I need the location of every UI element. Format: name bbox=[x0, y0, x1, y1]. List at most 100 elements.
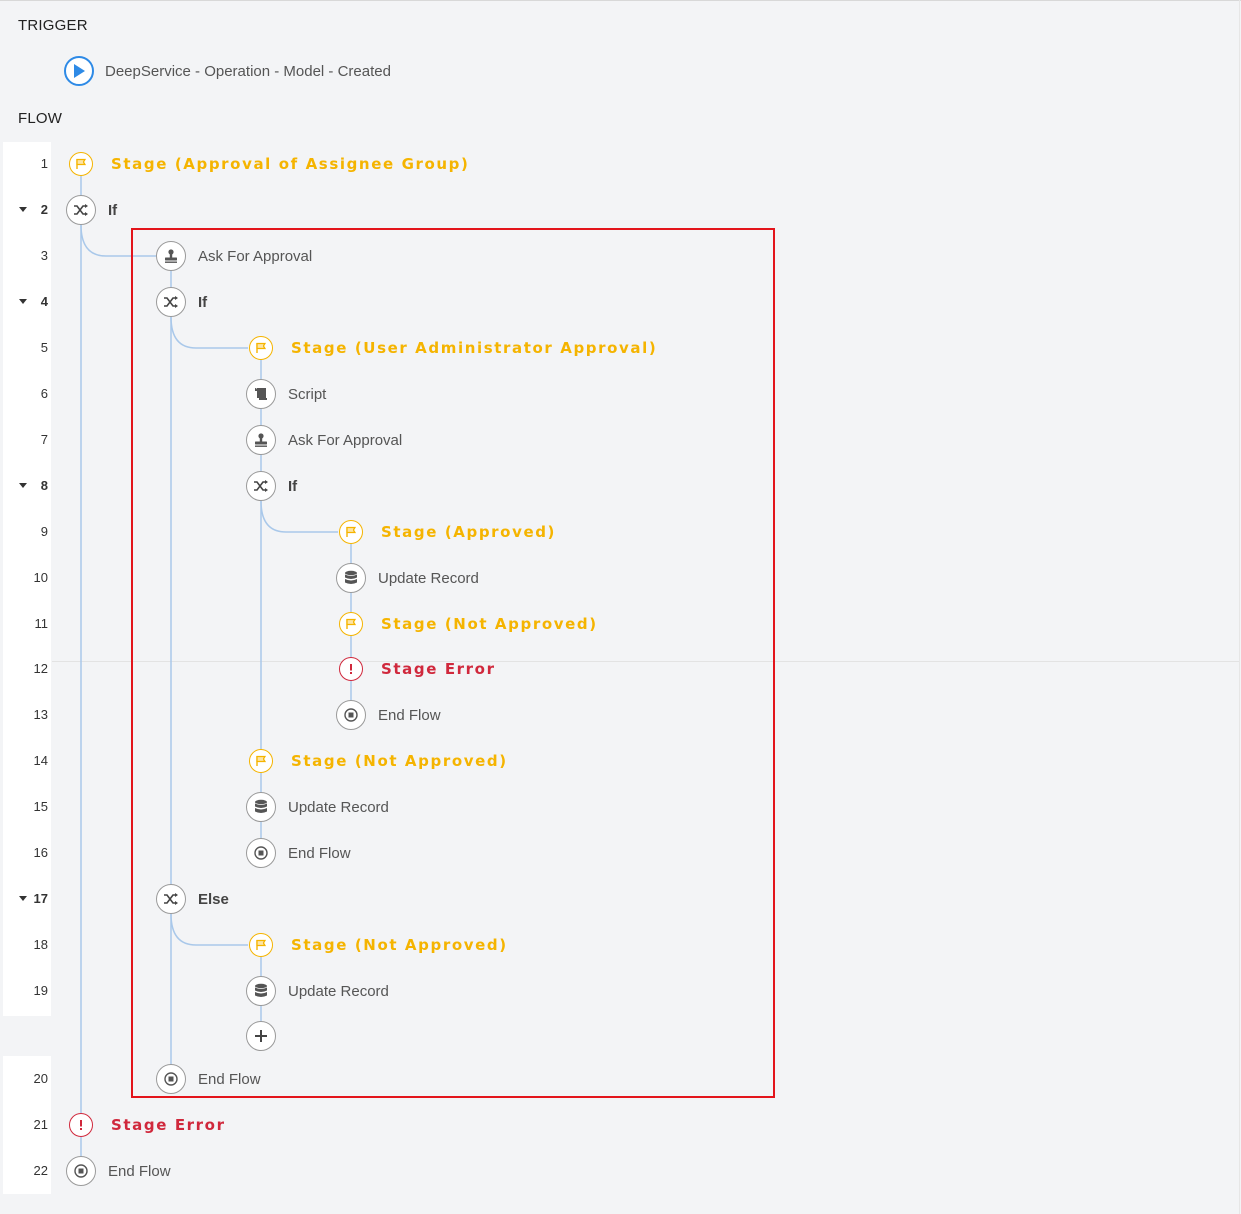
line-number: 9 bbox=[3, 521, 51, 543]
branch-connector bbox=[260, 500, 338, 533]
shuffle-icon bbox=[156, 884, 186, 914]
line-number-text: 3 bbox=[40, 248, 48, 263]
shuffle-icon bbox=[246, 471, 276, 501]
flow-step[interactable]: If bbox=[156, 286, 207, 318]
flow-step[interactable]: Stage Error bbox=[66, 1109, 226, 1141]
flow-step[interactable]: Update Record bbox=[336, 562, 479, 594]
flow-step[interactable]: Ask For Approval bbox=[246, 424, 402, 456]
flow-step[interactable]: If bbox=[246, 470, 297, 502]
step-label: If bbox=[198, 293, 208, 311]
step-label: Stage (User Administrator Approval) bbox=[291, 339, 658, 357]
step-label: Ask For Approval bbox=[288, 431, 403, 449]
flow-step[interactable]: End Flow bbox=[66, 1155, 171, 1187]
step-label: Stage Error bbox=[111, 1116, 226, 1134]
step-label: If bbox=[288, 477, 298, 495]
flow-step[interactable]: End Flow bbox=[156, 1063, 261, 1095]
line-number-text: 14 bbox=[33, 753, 48, 768]
line-number: 12 bbox=[3, 658, 51, 680]
add-step-button[interactable] bbox=[246, 1020, 276, 1052]
line-number-text: 7 bbox=[40, 432, 48, 447]
step-label: Stage (Not Approved) bbox=[381, 615, 598, 633]
line-number: 14 bbox=[3, 750, 51, 772]
step-label: End Flow bbox=[378, 706, 441, 724]
line-number: 1 bbox=[3, 153, 51, 175]
database-icon bbox=[246, 976, 276, 1006]
flow-step[interactable]: End Flow bbox=[246, 837, 351, 869]
step-label: Else bbox=[198, 890, 229, 908]
line-number: 11 bbox=[3, 613, 51, 635]
stage-flag-icon bbox=[249, 336, 273, 360]
step-label: Update Record bbox=[288, 982, 389, 1000]
add-icon[interactable] bbox=[246, 1021, 276, 1051]
line-number: 16 bbox=[3, 842, 51, 864]
line-number-text: 22 bbox=[33, 1163, 48, 1178]
flow-step[interactable]: If bbox=[66, 194, 117, 226]
step-label: End Flow bbox=[198, 1070, 261, 1088]
step-label: Ask For Approval bbox=[198, 247, 313, 265]
line-number[interactable]: 8 bbox=[3, 475, 51, 497]
stop-icon bbox=[156, 1064, 186, 1094]
line-number-text: 10 bbox=[33, 570, 48, 585]
collapse-caret-icon[interactable] bbox=[19, 483, 27, 488]
step-label: Script bbox=[288, 385, 327, 403]
line-number: 21 bbox=[3, 1114, 51, 1136]
step-label: Stage (Approval of Assignee Group) bbox=[111, 155, 470, 173]
flow-step[interactable]: Stage (Approval of Assignee Group) bbox=[66, 148, 469, 180]
stage-flag-icon bbox=[249, 749, 273, 773]
line-number: 7 bbox=[3, 429, 51, 451]
step-label: Update Record bbox=[288, 798, 389, 816]
database-icon bbox=[336, 563, 366, 593]
branch-connector bbox=[170, 913, 248, 946]
flow-step[interactable]: Ask For Approval bbox=[156, 240, 312, 272]
flow-step[interactable]: Stage (Approved) bbox=[336, 516, 556, 548]
step-label: Stage (Not Approved) bbox=[291, 936, 508, 954]
flow-step[interactable]: Update Record bbox=[246, 791, 389, 823]
line-number-text: 16 bbox=[33, 845, 48, 860]
step-label: End Flow bbox=[288, 844, 351, 862]
branch-connector bbox=[80, 224, 156, 257]
line-number-text: 8 bbox=[40, 478, 48, 493]
line-number-text: 13 bbox=[33, 707, 48, 722]
flow-step[interactable]: Stage (Not Approved) bbox=[246, 929, 508, 961]
flow-step[interactable]: Stage Error bbox=[336, 653, 496, 685]
line-number-text: 20 bbox=[33, 1071, 48, 1086]
line-number: 5 bbox=[3, 337, 51, 359]
line-number-text: 19 bbox=[33, 983, 48, 998]
line-number: 6 bbox=[3, 383, 51, 405]
shuffle-icon bbox=[66, 195, 96, 225]
database-icon bbox=[246, 792, 276, 822]
stage-flag-icon bbox=[339, 612, 363, 636]
line-number-text: 18 bbox=[33, 937, 48, 952]
line-number: 19 bbox=[3, 980, 51, 1002]
line-number[interactable]: 2 bbox=[3, 199, 51, 221]
line-number-text: 9 bbox=[40, 524, 48, 539]
line-number-text: 11 bbox=[34, 616, 49, 631]
step-label: Update Record bbox=[378, 569, 479, 587]
stage-flag-icon bbox=[249, 933, 273, 957]
line-number[interactable]: 4 bbox=[3, 291, 51, 313]
line-number-text: 6 bbox=[40, 386, 48, 401]
line-number[interactable]: 17 bbox=[3, 888, 51, 910]
collapse-caret-icon[interactable] bbox=[19, 299, 27, 304]
flow-step[interactable]: End Flow bbox=[336, 699, 441, 731]
collapse-caret-icon[interactable] bbox=[19, 896, 27, 901]
stage-flag-icon bbox=[69, 152, 93, 176]
step-label: End Flow bbox=[108, 1162, 171, 1180]
collapse-caret-icon[interactable] bbox=[19, 207, 27, 212]
flow-step[interactable]: Stage (Not Approved) bbox=[246, 745, 508, 777]
flow-step[interactable]: Stage (Not Approved) bbox=[336, 608, 598, 640]
flow-step[interactable]: Update Record bbox=[246, 975, 389, 1007]
line-number-text: 1 bbox=[40, 156, 48, 171]
line-number: 22 bbox=[3, 1160, 51, 1182]
flow-step[interactable]: Script bbox=[246, 378, 326, 410]
flow-step[interactable]: Else bbox=[156, 883, 229, 915]
error-icon bbox=[339, 657, 363, 681]
line-number-text: 4 bbox=[40, 294, 48, 309]
line-number: 18 bbox=[3, 934, 51, 956]
approval-stamp-icon bbox=[156, 241, 186, 271]
flow-connectors bbox=[80, 164, 352, 1171]
line-number: 13 bbox=[3, 704, 51, 726]
line-number: 3 bbox=[3, 245, 51, 267]
stop-icon bbox=[66, 1156, 96, 1186]
flow-step[interactable]: Stage (User Administrator Approval) bbox=[246, 332, 657, 364]
